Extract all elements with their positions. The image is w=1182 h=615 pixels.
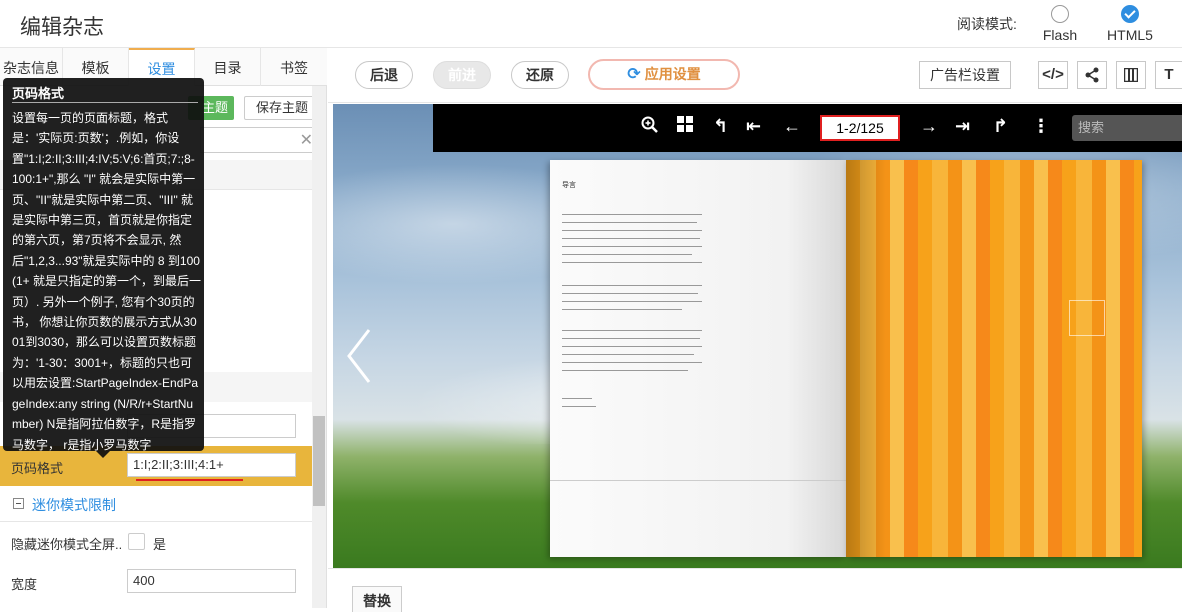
mini-mode-section-header[interactable]: 迷你模式限制	[0, 486, 312, 522]
refresh-icon: ⟳	[627, 66, 641, 83]
save-theme-button[interactable]: 保存主题	[244, 96, 320, 120]
tooltip-title: 页码格式	[12, 86, 65, 101]
page-format-input[interactable]: 1:I;2:II;3:III;4:1+	[127, 453, 296, 477]
page-decoration	[1069, 300, 1105, 336]
first-page-icon[interactable]: ⇤	[746, 116, 761, 137]
hide-mini-fullscreen-checkbox[interactable]	[128, 533, 145, 550]
read-mode-label: 阅读模式:	[957, 16, 1017, 32]
text-line	[562, 222, 697, 223]
code-icon[interactable]: </>	[1038, 61, 1068, 89]
book-page-right[interactable]	[846, 160, 1142, 557]
share-icon[interactable]	[1077, 61, 1107, 89]
last-page-icon[interactable]: ⇥	[955, 116, 970, 137]
text-line	[562, 262, 702, 263]
thumbnails-icon[interactable]	[677, 116, 693, 137]
undo-icon[interactable]: ↰	[713, 116, 728, 137]
text-line	[562, 246, 702, 247]
page-title: 编辑杂志	[20, 16, 104, 39]
page-format-label: 页码格式	[11, 461, 64, 476]
settings-scrollbar[interactable]	[312, 86, 326, 608]
text-line	[562, 309, 682, 310]
hide-mini-fullscreen-label: 隐藏迷你模式全屏...	[11, 537, 121, 552]
bottom-bar: 替换	[328, 568, 1182, 612]
settings-search-input[interactable]: ✕	[200, 127, 320, 153]
page-format-tooltip: 页码格式 设置每一页的页面标题，格式是：'实际页:页数'；.例如，你设置"1:I…	[3, 78, 204, 452]
text-line	[562, 214, 702, 215]
text-line	[562, 301, 702, 302]
tooltip-divider	[12, 102, 198, 103]
tooltip-body: 设置每一页的页面标题，格式是：'实际页:页数'；.例如，你设置"1:I;2:II…	[12, 111, 202, 452]
scrollbar-thumb[interactable]	[313, 416, 325, 506]
mode-html5-radio[interactable]: HTML5	[1099, 5, 1159, 45]
highlight-underline	[136, 479, 243, 481]
tab-bookmarks[interactable]: 书签	[261, 48, 327, 86]
apply-settings-label: 应用设置	[644, 66, 701, 82]
text-line	[562, 254, 692, 255]
ad-bar-settings-button[interactable]: 广告栏设置	[919, 61, 1011, 89]
hide-mini-fullscreen-option: 是	[153, 537, 167, 552]
page-heading: 导言	[562, 182, 576, 189]
text-line	[562, 354, 694, 355]
mini-mode-title: 迷你模式限制	[32, 497, 116, 513]
prev-spread-icon[interactable]	[345, 326, 375, 386]
text-icon[interactable]: T	[1155, 61, 1182, 89]
mode-html5-label: HTML5	[1107, 27, 1153, 43]
redo-icon[interactable]: ↱	[993, 116, 1008, 137]
restore-button[interactable]: 还原	[511, 61, 569, 89]
app-header: 编辑杂志 阅读模式: Flash HTML5	[0, 0, 1182, 48]
book-search-input[interactable]: 搜索	[1072, 115, 1182, 141]
zoom-in-icon[interactable]	[641, 116, 659, 139]
flipbook-preview: ↰ ⇤ ← 1-2/125 → ⇥ ↱ ⋮ 搜索 导言	[333, 104, 1182, 568]
apply-settings-button[interactable]: ⟳ 应用设置	[588, 59, 740, 90]
editor-toolbar: 后退 前进 还原 ⟳ 应用设置 广告栏设置 </> T	[328, 48, 1182, 103]
tooltip-arrow	[96, 451, 110, 458]
page-divider	[550, 480, 846, 481]
text-line	[562, 230, 702, 231]
text-line	[562, 293, 698, 294]
mode-flash-radio[interactable]: Flash	[1029, 5, 1089, 45]
mode-flash-label: Flash	[1042, 27, 1078, 43]
text-line	[562, 370, 688, 371]
width-input[interactable]: 400	[127, 569, 296, 593]
text-line	[562, 330, 702, 331]
flipbook-toolbar: ↰ ⇤ ← 1-2/125 → ⇥ ↱ ⋮ 搜索	[433, 104, 1182, 152]
text-line	[562, 285, 702, 286]
book-page-left[interactable]: 导言	[550, 160, 846, 557]
width-label: 宽度	[11, 577, 38, 592]
page-counter[interactable]: 1-2/125	[820, 115, 900, 141]
forward-button[interactable]: 前进	[433, 61, 491, 89]
clear-icon[interactable]: ✕	[300, 130, 313, 150]
text-line	[562, 398, 592, 399]
prev-page-icon[interactable]: ←	[783, 116, 801, 137]
text-line	[562, 338, 700, 339]
text-line	[562, 346, 702, 347]
radio-unchecked-icon	[1051, 5, 1069, 23]
text-line	[562, 238, 700, 239]
page-fold-shadow	[846, 160, 886, 557]
replace-button[interactable]: 替换	[352, 586, 402, 612]
back-button[interactable]: 后退	[355, 61, 413, 89]
next-page-icon[interactable]: →	[920, 116, 938, 137]
collapse-icon[interactable]	[13, 498, 24, 509]
radio-checked-icon	[1121, 5, 1139, 23]
text-line	[562, 406, 596, 407]
text-line	[562, 362, 702, 363]
more-icon[interactable]: ⋮	[1032, 116, 1050, 137]
columns-icon[interactable]	[1116, 61, 1146, 89]
tab-toc[interactable]: 目录	[195, 48, 261, 86]
